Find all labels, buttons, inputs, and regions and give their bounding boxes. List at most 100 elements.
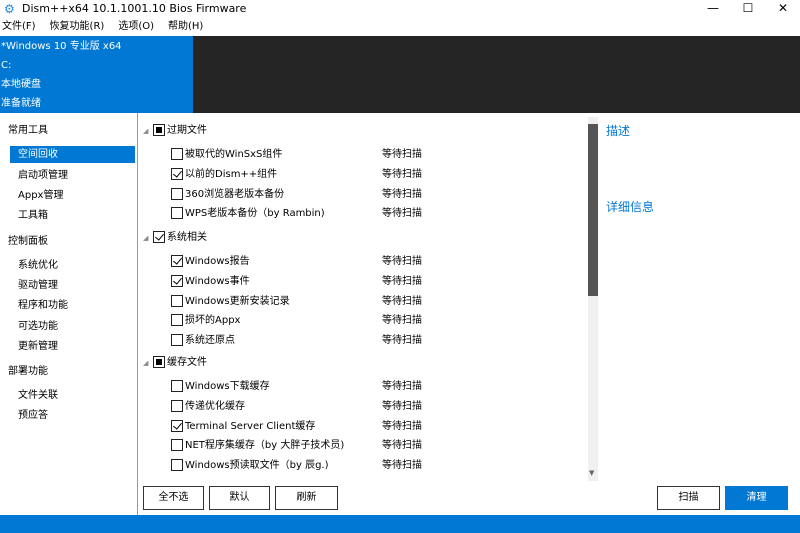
menu-options[interactable]: 选项(O) [116, 18, 154, 36]
description-heading: 描述 [606, 124, 631, 138]
sidebar-item[interactable]: 空间回收 [10, 146, 135, 163]
os-name: *Windows 10 专业版 x64 [1, 41, 122, 52]
sidebar-item[interactable]: 程序和功能 [0, 297, 136, 314]
group-checkbox[interactable] [153, 231, 165, 243]
item-status: 等待扫描 [382, 275, 422, 287]
cleanup-item[interactable]: 以前的Dism++组件 等待扫描 [171, 166, 586, 184]
menu-restore[interactable]: 恢复功能(R) [48, 18, 105, 36]
item-checkbox[interactable] [171, 334, 183, 347]
item-checkbox[interactable] [171, 439, 183, 452]
group-header[interactable]: ◢ 过期文件 [143, 122, 207, 140]
sidebar-group: 常用工具 [8, 125, 48, 136]
sidebar-item[interactable]: 驱动管理 [0, 277, 136, 294]
item-label: Windows更新安装记录 [185, 295, 290, 307]
item-label: Windows报告 [185, 256, 250, 267]
item-status: 等待扫描 [382, 208, 422, 220]
item-checkbox[interactable] [171, 148, 183, 160]
group-checkbox[interactable] [153, 356, 165, 368]
sidebar-item[interactable]: 工具箱 [0, 207, 136, 224]
item-label: WPS老版本备份（by Rambin) [185, 208, 325, 220]
item-status: 等待扫描 [382, 188, 422, 200]
item-checkbox[interactable] [171, 380, 183, 392]
item-checkbox[interactable] [171, 187, 183, 200]
cleanup-item[interactable]: Windows更新安装记录 等待扫描 [171, 293, 586, 311]
app-gear-icon: ⚙ [4, 2, 15, 16]
menu-help[interactable]: 帮助(H) [166, 18, 203, 36]
item-checkbox[interactable] [171, 255, 183, 267]
expand-triangle-icon[interactable]: ◢ [143, 354, 153, 372]
sidebar-item[interactable]: 文件关联 [0, 387, 136, 404]
item-status: 等待扫描 [382, 440, 422, 452]
item-label: Terminal Server Client缓存 [185, 420, 316, 432]
item-label: 损坏的Appx [185, 315, 241, 327]
item-label: NET程序集缓存（by 大胖子技术员) [185, 440, 345, 452]
item-status: 等待扫描 [382, 256, 422, 267]
item-checkbox[interactable] [171, 459, 183, 472]
item-status: 等待扫描 [382, 168, 422, 180]
scan-button[interactable]: 扫描 [657, 486, 720, 510]
cleanup-item[interactable]: 系统还原点 等待扫描 [171, 332, 586, 350]
item-label: 被取代的WinSxS组件 [185, 149, 283, 160]
cleanup-item[interactable]: 360浏览器老版本备份 等待扫描 [171, 186, 586, 204]
item-checkbox[interactable] [171, 399, 183, 412]
item-status: 等待扫描 [382, 315, 422, 327]
expand-triangle-icon[interactable]: ◢ [143, 122, 153, 140]
expand-triangle-icon[interactable]: ◢ [143, 229, 153, 247]
group-header[interactable]: ◢ 系统相关 [143, 229, 207, 247]
system-info-panel[interactable]: *Windows 10 专业版 x64 C: 本地硬盘 准备就绪 [0, 36, 193, 113]
sidebar-item[interactable]: 系统优化 [0, 257, 136, 274]
sidebar: 常用工具空间回收启动项管理 Appx管理 工具箱控制面板系统优化驱动管理程序和功能可… [0, 113, 138, 515]
group-header[interactable]: ◢ 缓存文件 [143, 354, 207, 372]
select-none-button[interactable]: 全不选 [143, 486, 204, 510]
item-checkbox[interactable] [171, 294, 183, 307]
item-checkbox[interactable] [171, 419, 183, 432]
group-label: 过期文件 [167, 125, 207, 136]
default-button[interactable]: 默认 [209, 486, 270, 510]
cleanup-tree: ◢ 过期文件 被取代的WinSxS组件 等待扫描 以前的Dism++组件 等待扫描 360浏… [140, 113, 586, 481]
item-status: 等待扫描 [382, 420, 422, 432]
cleanup-item[interactable]: 被取代的WinSxS组件 等待扫描 [171, 146, 586, 164]
item-label: 以前的Dism++组件 [185, 168, 278, 180]
cleanup-item[interactable]: 传递优化缓存 等待扫描 [171, 398, 586, 416]
item-status: 等待扫描 [382, 460, 422, 472]
maximize-button[interactable]: ☐ [731, 0, 765, 18]
item-status: 等待扫描 [382, 381, 422, 392]
clean-button[interactable]: 清理 [725, 486, 788, 510]
group-checkbox[interactable] [153, 124, 165, 136]
status-bar [0, 515, 800, 533]
refresh-button[interactable]: 刷新 [275, 486, 338, 510]
cleanup-item[interactable]: 损坏的Appx 等待扫描 [171, 312, 586, 330]
header-empty-area [193, 36, 800, 113]
item-checkbox[interactable] [171, 167, 183, 180]
window-title: Dism++x64 10.1.1001.10 Bios Firmware [22, 2, 247, 15]
item-checkbox[interactable] [171, 314, 183, 327]
cleanup-item[interactable]: NET程序集缓存（by 大胖子技术员) 等待扫描 [171, 437, 586, 455]
close-button[interactable]: ✕ [766, 0, 800, 18]
item-checkbox[interactable] [171, 274, 183, 287]
sidebar-item[interactable]: 可选功能 [0, 318, 136, 335]
cleanup-item[interactable]: Windows下载缓存 等待扫描 [171, 378, 586, 396]
drive-letter: C: [1, 60, 12, 71]
sidebar-item[interactable]: Appx管理 [0, 187, 136, 204]
item-label: Windows下载缓存 [185, 381, 270, 392]
item-label: 360浏览器老版本备份 [185, 188, 285, 200]
cleanup-item[interactable]: Windows报告 等待扫描 [171, 253, 586, 271]
menu-file[interactable]: 文件(F) [0, 18, 36, 36]
item-status: 等待扫描 [382, 335, 422, 347]
item-checkbox[interactable] [171, 207, 183, 220]
cleanup-item[interactable]: Terminal Server Client缓存 等待扫描 [171, 418, 586, 436]
item-status: 等待扫描 [382, 149, 422, 160]
minimize-button[interactable]: — [696, 0, 730, 18]
group-label: 缓存文件 [167, 357, 207, 368]
group-label: 系统相关 [167, 232, 207, 243]
sidebar-item[interactable]: 更新管理 [0, 338, 136, 355]
sidebar-item[interactable]: 启动项管理 [0, 167, 136, 184]
item-label: Windows事件 [185, 275, 250, 287]
cleanup-item[interactable]: Windows预读取文件（by 辰g.) 等待扫描 [171, 457, 586, 475]
sidebar-group: 控制面板 [8, 236, 48, 247]
scroll-down-icon[interactable]: ▼ [589, 469, 594, 477]
sidebar-item[interactable]: 预应答 [0, 407, 136, 424]
cleanup-item[interactable]: Windows事件 等待扫描 [171, 273, 586, 291]
cleanup-item[interactable]: WPS老版本备份（by Rambin) 等待扫描 [171, 205, 586, 223]
scrollbar-thumb[interactable] [588, 124, 598, 296]
